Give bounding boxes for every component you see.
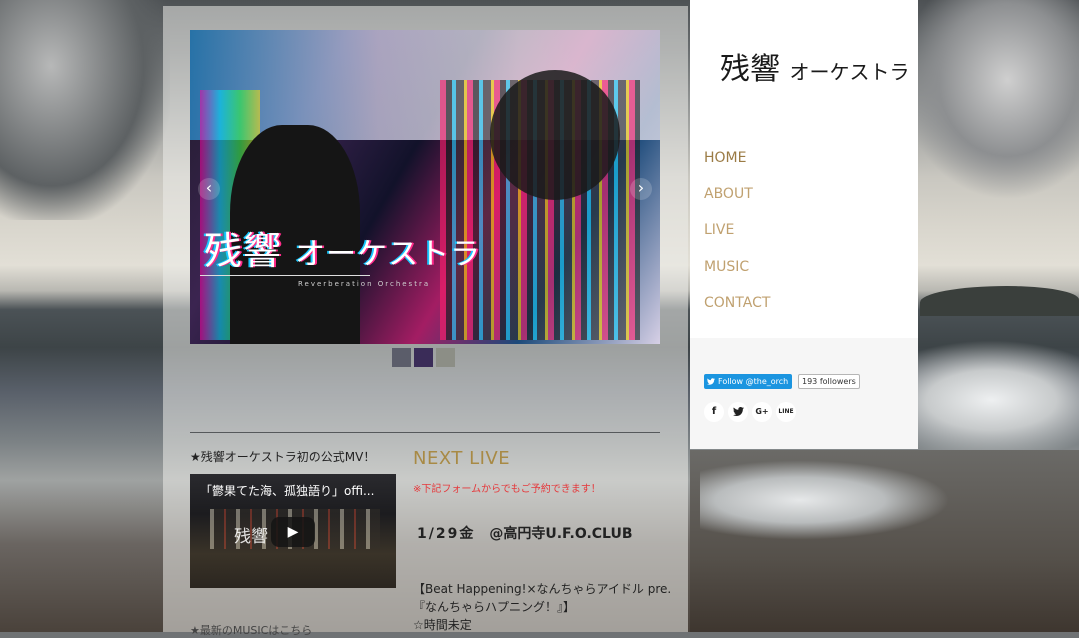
event-time-line: ☆時間未定 <box>413 618 472 632</box>
slider-thumbnail[interactable] <box>436 348 455 367</box>
twitter-bird-icon <box>707 378 715 385</box>
line-share-icon[interactable]: LINE <box>776 402 796 422</box>
slider-thumbnail[interactable] <box>414 348 433 367</box>
twitter-follow-button[interactable]: Follow @the_orch <box>704 374 793 389</box>
facebook-share-icon[interactable]: f <box>704 402 724 422</box>
video-title[interactable]: 「鬱果てた海、孤独語り」offi... <box>200 482 374 499</box>
slide-logo-underline <box>200 275 370 276</box>
next-live-heading: NEXT LIVE <box>413 448 511 469</box>
nav-live[interactable]: LIVE <box>704 222 734 238</box>
twitter-bird-icon <box>732 407 744 416</box>
hero-slider[interactable]: 残響 オーケストラ Reverberation Orchestra ‹ › <box>190 30 660 344</box>
nav-contact[interactable]: CONTACT <box>704 295 770 311</box>
slide-logo-kana: オーケストラ <box>295 237 482 272</box>
nav-home[interactable]: HOME <box>704 150 746 166</box>
event-title-line: 『なんちゃらハプニング！』】 <box>413 600 576 614</box>
nav-music[interactable]: MUSIC <box>704 259 749 275</box>
slider-thumbnails <box>392 348 455 367</box>
music-heading-cut: ★最新のMUSICはこちら <box>190 624 313 637</box>
slide-logo: 残響 オーケストラ <box>204 220 481 275</box>
live-date-line: 1/29金 @高円寺U.F.O.CLUB <box>417 523 633 543</box>
slider-next-button[interactable]: › <box>630 178 652 200</box>
youtube-video-embed[interactable]: 「鬱果てた海、孤独語り」offi... 残響 ▶ <box>190 474 396 588</box>
site-logo[interactable]: 残響 オーケストラ <box>720 44 910 88</box>
mv-heading: ★残響オーケストラ初の公式MV！ <box>190 450 376 464</box>
event-title-line: 【Beat Happening!×なんちゃらアイドル pre. <box>413 582 672 596</box>
cloud <box>900 0 1079 200</box>
slider-prev-button[interactable]: ‹ <box>198 178 220 200</box>
twitter-follower-count[interactable]: 193 followers <box>798 374 860 389</box>
nav-about[interactable]: ABOUT <box>704 186 753 202</box>
cloud <box>0 0 170 220</box>
reservation-notice: ※下記フォームからでもご予約できます！ <box>413 484 601 495</box>
live-date: 1/29金 <box>417 526 476 542</box>
sidebar-social-panel <box>690 338 918 449</box>
slide-logo-subtitle: Reverberation Orchestra <box>298 280 431 288</box>
twitter-follow-label: Follow @the_orch <box>718 377 789 386</box>
slide-logo-kanji: 残響 <box>204 229 283 273</box>
twitter-share-icon[interactable] <box>728 402 748 422</box>
google-plus-share-icon[interactable]: G+ <box>752 402 772 422</box>
slide-person <box>490 70 620 200</box>
slider-thumbnail[interactable] <box>392 348 411 367</box>
live-venue: @高円寺U.F.O.CLUB <box>489 526 633 542</box>
site-logo-kana: オーケストラ <box>789 60 910 84</box>
headland <box>920 286 1079 316</box>
play-button[interactable]: ▶ <box>271 517 315 547</box>
surf <box>700 460 950 540</box>
video-logo: 残響 <box>234 527 268 547</box>
site-logo-kanji: 残響 <box>720 52 780 87</box>
section-divider <box>190 432 660 433</box>
